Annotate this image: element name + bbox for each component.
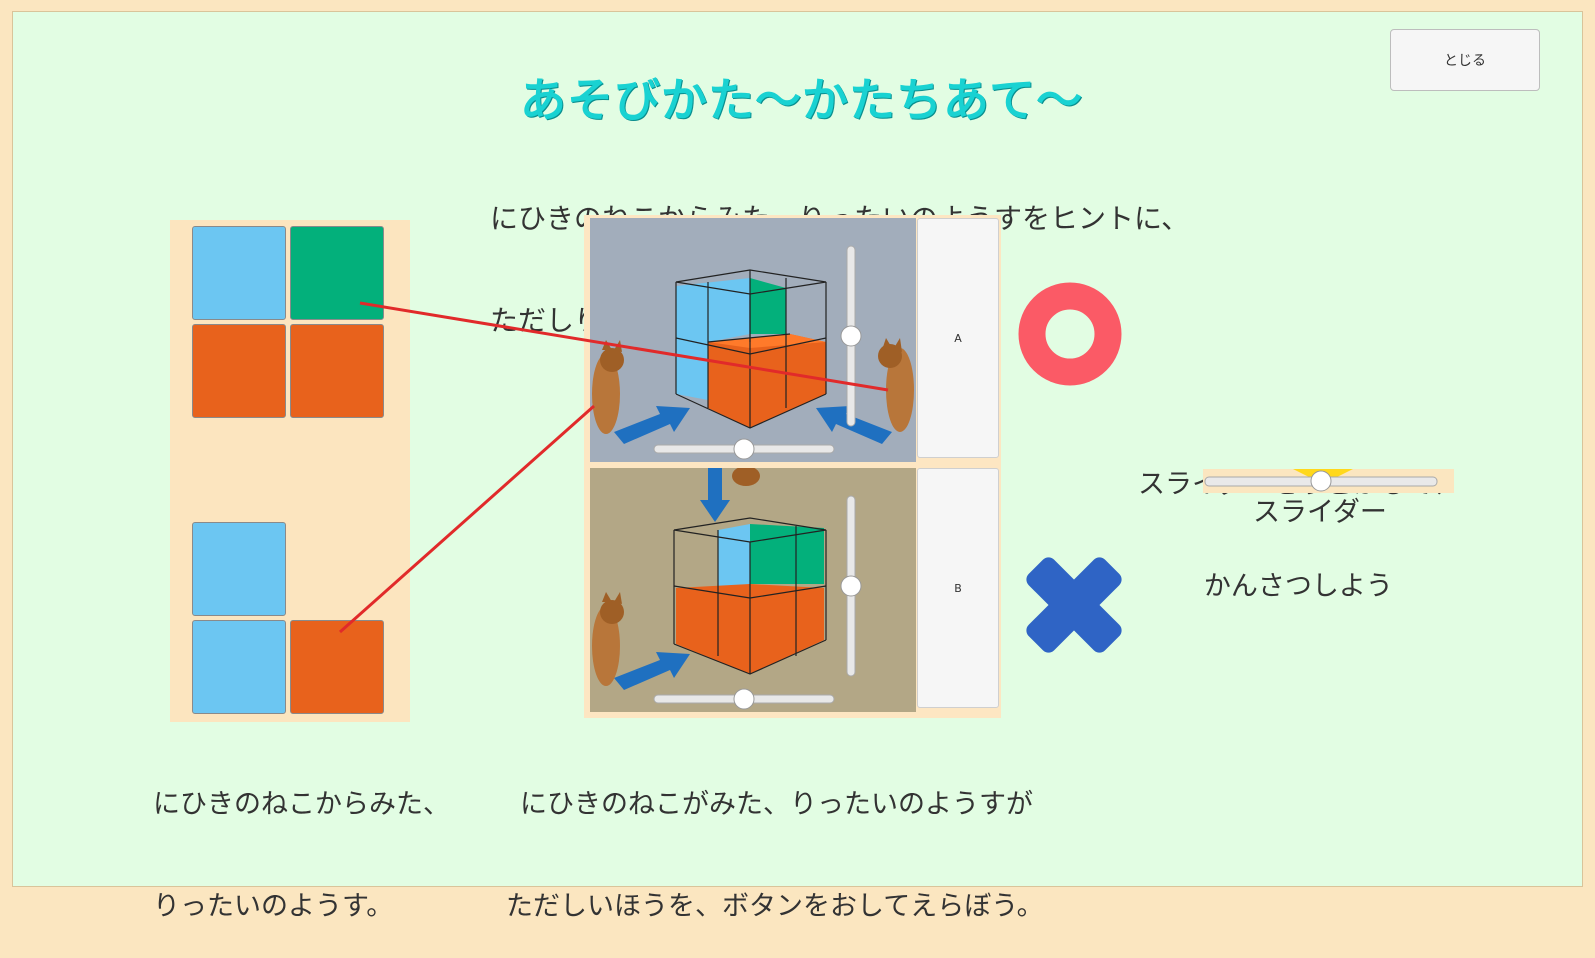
hint-tile-top-light-blue	[192, 226, 286, 320]
hint-tile-bottom-light-blue	[192, 522, 286, 616]
hint-tile-top-orange	[192, 324, 286, 418]
left-caption: にひきのねこからみた、 りったいのようす。	[153, 720, 450, 958]
answer-views-panel: A B	[584, 215, 1001, 718]
center-caption-line1: にひきのねこがみた、りったいのようすが	[520, 789, 1033, 820]
center-caption-line2: ただしいほうを、ボタンをおしてえらぼう。	[506, 891, 1044, 922]
cat-top-icon	[732, 468, 760, 486]
slider-label: スライダー	[1253, 497, 1387, 528]
left-caption-line2: りったいのようす。	[153, 891, 394, 922]
hint-tile-panel	[170, 220, 410, 722]
choice-a-button[interactable]: A	[917, 218, 999, 458]
slider-instruction-line2: かんさつしよう	[1203, 571, 1393, 602]
cat-right-icon	[878, 338, 914, 432]
close-button[interactable]: とじる	[1390, 29, 1540, 91]
cat-left-icon	[592, 592, 624, 686]
center-caption: にひきのねこがみた、りったいのようすが ただしいほうを、ボタンをおしてえらぼう。	[506, 720, 1044, 958]
demo-slider[interactable]	[1203, 469, 1454, 493]
view-a-3d	[590, 218, 916, 462]
page-title: あそびかた～かたちあて～	[520, 73, 1084, 127]
choice-b-button[interactable]: B	[917, 468, 999, 708]
left-caption-line1: にひきのねこからみた、	[153, 789, 450, 820]
hint-tile-top-green	[290, 226, 384, 320]
cat-left-icon	[592, 340, 624, 434]
hint-tile-bottom-orange	[290, 620, 384, 714]
view-b-3d	[590, 468, 916, 712]
hint-tile-bottom-light-blue	[192, 620, 286, 714]
hint-tile-top-orange	[290, 324, 384, 418]
